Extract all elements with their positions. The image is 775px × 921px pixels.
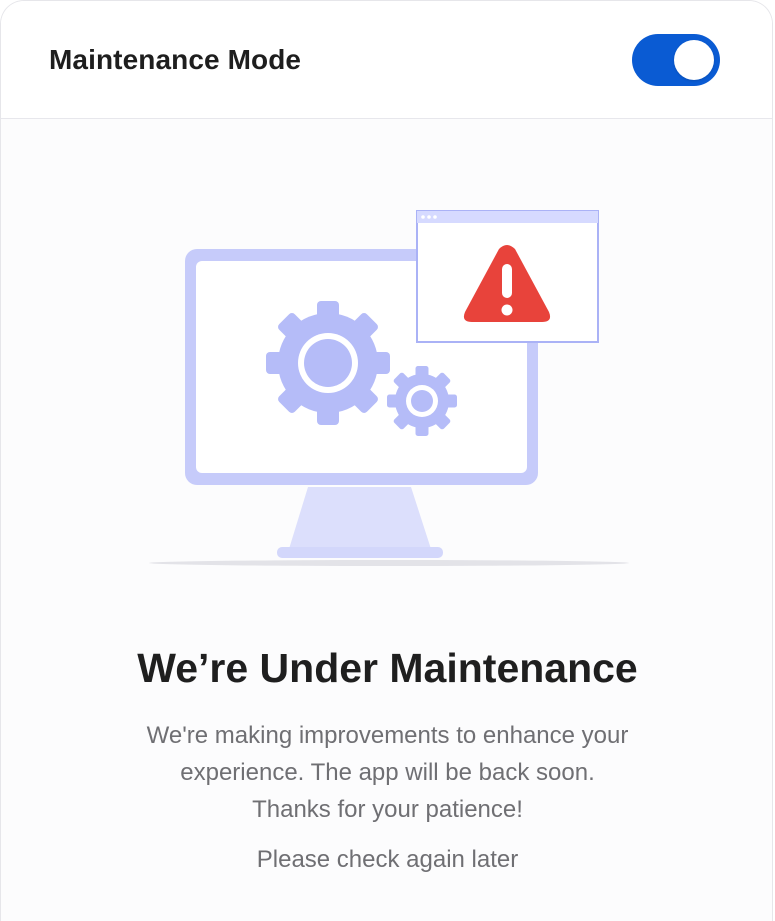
monitor-base [277,547,443,558]
maintenance-mode-title: Maintenance Mode [49,43,302,75]
warning-window-titlebar [417,211,598,223]
maintenance-content: We’re Under Maintenance We're making imp… [1,639,772,874]
page-title: We’re Under Maintenance [137,645,638,691]
window-dot [427,215,431,219]
message-line: Thanks for your patience! [252,796,523,823]
floor-shadow [149,560,629,566]
gear-large-icon [266,301,390,425]
check-later-hint: Please check again later [256,846,519,873]
monitor-stand [289,487,431,549]
header-bar: Maintenance Mode [1,1,772,119]
toggle-knob [674,39,714,80]
maintenance-card: Maintenance Mode We’re Under Maintenance… [0,0,773,921]
message-line: We're making improvements to enhance you… [146,722,629,749]
window-dot [433,215,437,219]
maintenance-message: We're making improvements to enhance you… [88,717,688,828]
window-dot [421,215,425,219]
message-line: experience. The app will be back soon. [180,759,595,786]
monitor-gears-warning-icon [149,210,629,566]
maintenance-mode-toggle[interactable] [632,33,720,86]
gear-small-icon [387,366,457,436]
